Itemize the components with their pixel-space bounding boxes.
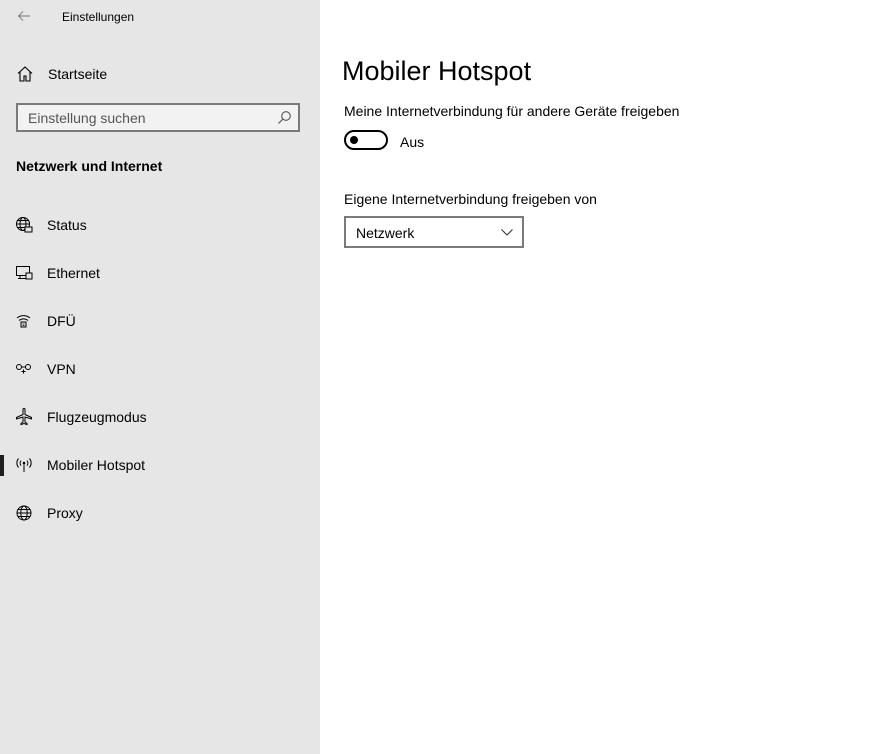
sidebar-item-label: Status bbox=[47, 217, 87, 233]
sidebar-item-dfue[interactable]: DFÜ bbox=[0, 301, 320, 341]
active-indicator bbox=[0, 455, 4, 476]
dropdown-value: Netzwerk bbox=[356, 225, 415, 241]
toggle-knob bbox=[350, 136, 358, 144]
chevron-down-icon bbox=[500, 226, 514, 238]
title-bar: Einstellungen bbox=[0, 0, 320, 34]
toggle-state-label: Aus bbox=[400, 134, 425, 150]
sidebar-item-label: Mobiler Hotspot bbox=[47, 457, 146, 473]
sidebar-item-ethernet[interactable]: Ethernet bbox=[0, 253, 320, 293]
page-title: Mobiler Hotspot bbox=[342, 56, 532, 86]
back-button[interactable] bbox=[10, 4, 38, 28]
ethernet-icon bbox=[15, 264, 33, 282]
sidebar-item-label: VPN bbox=[47, 361, 76, 377]
share-from-dropdown[interactable]: Netzwerk bbox=[344, 216, 524, 248]
globe-status-icon bbox=[15, 216, 33, 234]
sidebar: Einstellungen Startseite Netzwerk und In… bbox=[0, 0, 320, 754]
sidebar-item-label: Ethernet bbox=[47, 265, 100, 281]
dialup-icon bbox=[15, 312, 33, 330]
share-from-label: Eigene Internetverbindung freigeben von bbox=[344, 191, 597, 207]
globe-icon bbox=[15, 504, 33, 522]
search-box[interactable] bbox=[16, 103, 300, 132]
sidebar-item-proxy[interactable]: Proxy bbox=[0, 493, 320, 533]
sidebar-item-label: DFÜ bbox=[47, 313, 76, 329]
arrow-left-icon bbox=[17, 10, 31, 22]
hotspot-icon bbox=[15, 456, 33, 474]
search-input[interactable] bbox=[18, 105, 278, 130]
hotspot-toggle[interactable] bbox=[344, 130, 388, 150]
search-icon[interactable] bbox=[277, 110, 292, 125]
airplane-icon bbox=[15, 408, 33, 426]
home-icon bbox=[16, 65, 34, 83]
sidebar-item-label: Flugzeugmodus bbox=[47, 409, 147, 425]
section-title: Netzwerk und Internet bbox=[16, 158, 163, 174]
sidebar-item-vpn[interactable]: VPN bbox=[0, 349, 320, 389]
sidebar-item-label: Proxy bbox=[47, 505, 83, 521]
sidebar-item-status[interactable]: Status bbox=[0, 205, 320, 245]
vpn-icon bbox=[15, 360, 33, 378]
sidebar-item-home[interactable]: Startseite bbox=[0, 56, 320, 92]
sidebar-item-mobile-hotspot[interactable]: Mobiler Hotspot bbox=[0, 445, 320, 485]
app-title: Einstellungen bbox=[62, 10, 135, 24]
sidebar-item-label: Startseite bbox=[48, 66, 108, 82]
share-connection-label: Meine Internetverbindung für andere Gerä… bbox=[344, 103, 680, 119]
sidebar-item-airplane[interactable]: Flugzeugmodus bbox=[0, 397, 320, 437]
